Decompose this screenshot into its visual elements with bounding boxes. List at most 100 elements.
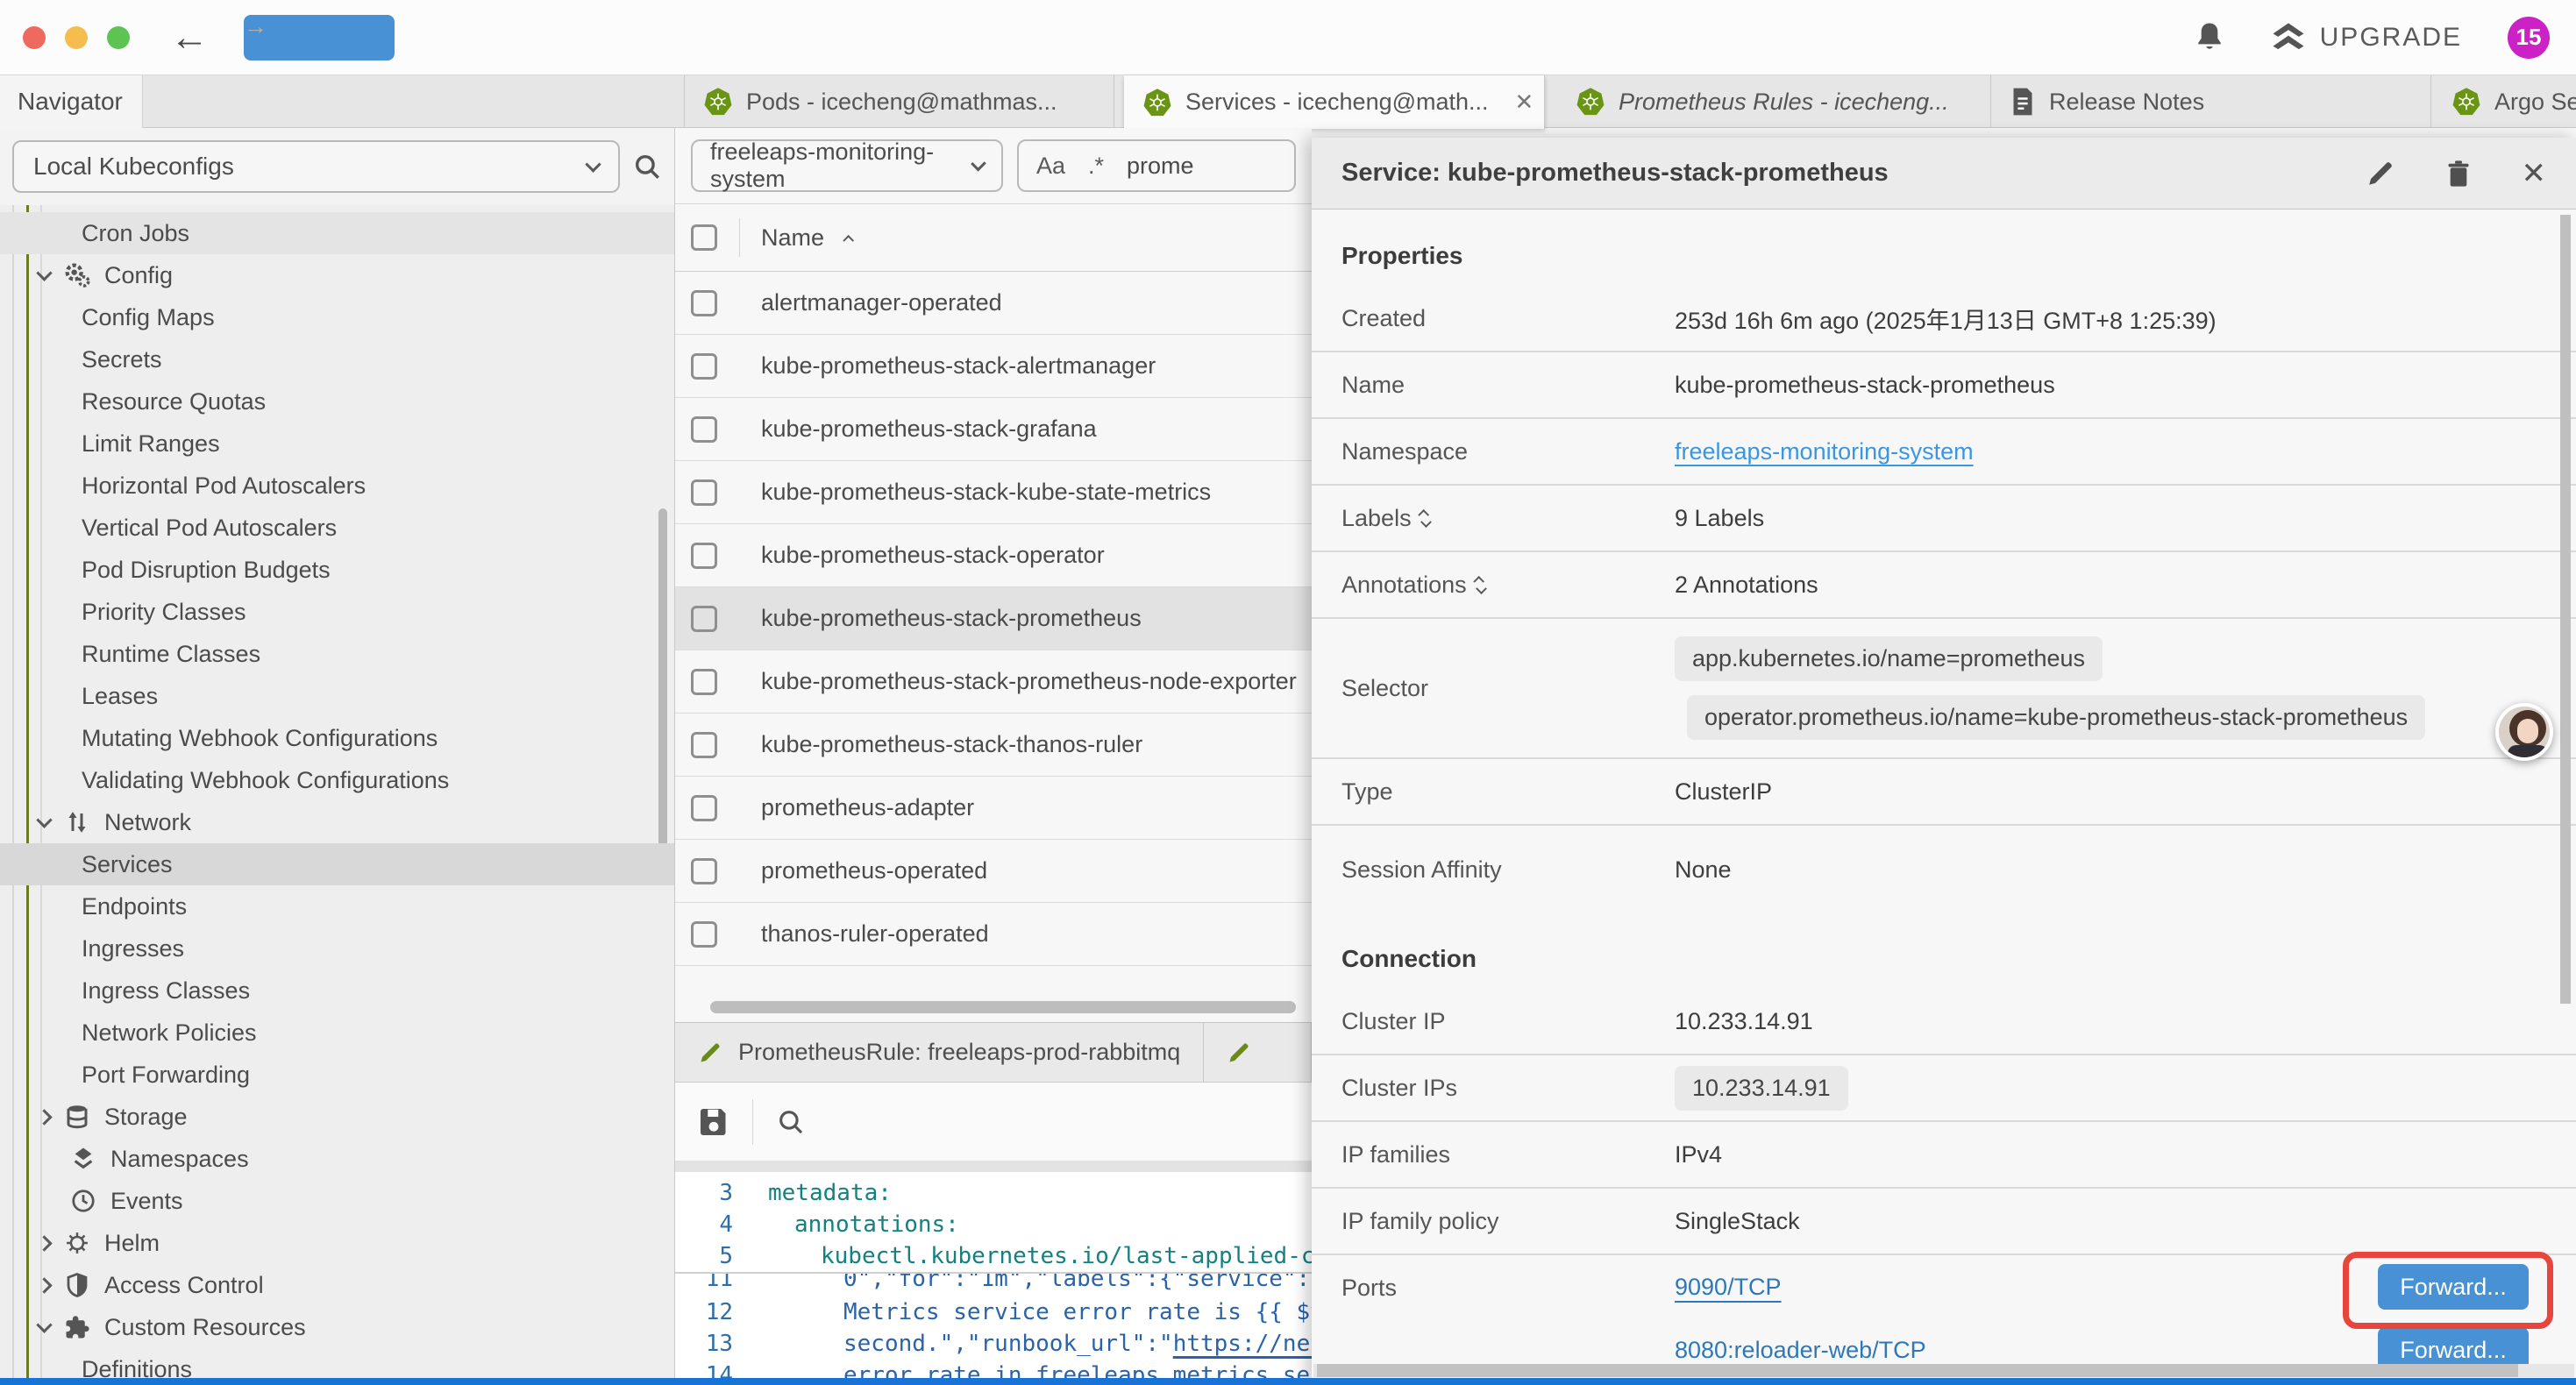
selector-chip[interactable]: operator.prometheus.io/name=kube-prometh… [1687,695,2425,740]
sidebar-item-horizontal-pod-autoscalers[interactable]: Horizontal Pod Autoscalers [0,465,674,507]
notifications-bell-icon[interactable] [2194,21,2225,54]
sidebar-item-vertical-pod-autoscalers[interactable]: Vertical Pod Autoscalers [0,507,674,549]
sidebar-item-namespaces[interactable]: Namespaces [0,1138,674,1180]
selector-chip[interactable]: app.kubernetes.io/name=prometheus [1675,636,2103,681]
row-checkbox[interactable] [691,669,717,695]
layers-icon [68,1146,98,1172]
forward-port-button[interactable]: Forward... [2378,1327,2529,1364]
sidebar-item-network[interactable]: Network [0,801,674,843]
runbook-url-link[interactable]: https://net [1173,1331,1324,1357]
service-row[interactable]: prometheus-operated [675,840,1312,903]
service-row[interactable]: kube-prometheus-stack-grafana [675,398,1312,461]
sidebar-item-helm[interactable]: Helm [0,1222,674,1264]
sidebar-item-runtime-classes[interactable]: Runtime Classes [0,633,674,675]
select-all-checkbox[interactable] [691,224,717,251]
sidebar-item-port-forwarding[interactable]: Port Forwarding [0,1054,674,1096]
detail-panel-body: Properties Created 253d 16h 6m ago (2025… [1312,210,2576,1364]
service-row-selected[interactable]: kube-prometheus-stack-prometheus [675,587,1312,650]
sort-ascending-icon[interactable] [843,234,854,245]
sidebar-item-services[interactable]: Services [0,843,674,885]
search-icon[interactable] [632,152,662,181]
sidebar-item-endpoints[interactable]: Endpoints [0,885,674,927]
sidebar-item-config[interactable]: Config [0,254,674,296]
tab-prometheus-rules[interactable]: Prometheus Rules - icecheng... [1557,75,1991,128]
avatar[interactable] [2495,703,2553,761]
detail-horizontal-scrollbar[interactable] [1317,1364,2518,1377]
namespace-selector[interactable]: freeleaps-monitoring-system [691,139,1003,192]
service-row[interactable]: prometheus-adapter [675,777,1312,840]
expand-annotations-icon[interactable] [1477,575,1485,595]
sidebar-item-events[interactable]: Events [0,1180,674,1222]
sidebar-item-secrets[interactable]: Secrets [0,338,674,380]
filter-input[interactable]: Aa .* prome [1017,139,1296,192]
editor-tab-partial[interactable] [1204,1023,1312,1082]
row-checkbox[interactable] [691,479,717,506]
sidebar-item-ingresses[interactable]: Ingresses [0,927,674,970]
save-icon[interactable] [698,1106,729,1138]
close-panel-icon[interactable]: ✕ [2522,156,2547,191]
name-column-header[interactable]: Name [761,224,824,252]
sidebar-item-validating-webhook-configurations[interactable]: Validating Webhook Configurations [0,759,674,801]
tab-release-notes[interactable]: Release Notes [1991,75,2431,128]
row-checkbox[interactable] [691,795,717,821]
forward-port-button[interactable]: Forward... [2378,1264,2529,1310]
row-checkbox[interactable] [691,353,717,380]
forward-button[interactable]: → [244,15,395,60]
namespace-link[interactable]: freeleaps-monitoring-system [1675,438,1974,465]
row-checkbox[interactable] [691,290,717,316]
detail-vertical-scrollbar[interactable] [2560,215,2571,1004]
zoom-window-button[interactable] [107,26,130,49]
row-checkbox[interactable] [691,921,717,948]
kubeconfig-selector[interactable]: Local Kubeconfigs [12,140,620,193]
tab-pods[interactable]: Pods - icecheng@mathmas... [684,75,1114,128]
edit-pencil-icon[interactable] [2366,159,2395,188]
service-row[interactable]: kube-prometheus-stack-kube-state-metrics [675,461,1312,524]
upgrade-button[interactable]: UPGRADE [2271,23,2462,53]
sidebar-item-resource-quotas[interactable]: Resource Quotas [0,380,674,423]
horizontal-scrollbar[interactable] [710,1001,1296,1013]
service-row[interactable]: kube-prometheus-stack-alertmanager [675,335,1312,398]
editor-tab-prometheusrule[interactable]: PrometheusRule: freeleaps-prod-rabbitmq [675,1023,1204,1082]
sidebar-item-storage[interactable]: Storage [0,1096,674,1138]
tab-argo[interactable]: Argo Se [2433,75,2576,128]
sidebar-item-custom-resources[interactable]: Custom Resources [0,1306,674,1348]
minimize-window-button[interactable] [65,26,88,49]
sidebar-item-network-policies[interactable]: Network Policies [0,1012,674,1054]
back-button[interactable]: ← [170,18,209,57]
sidebar-item-cron-jobs[interactable]: Cron Jobs [0,212,674,254]
sidebar-item-ingress-classes[interactable]: Ingress Classes [0,970,674,1012]
sidebar-item-pod-disruption-budgets[interactable]: Pod Disruption Budgets [0,549,674,591]
expand-labels-icon[interactable] [1422,508,1430,529]
row-checkbox[interactable] [691,858,717,884]
row-checkbox[interactable] [691,606,717,632]
sidebar-item-priority-classes[interactable]: Priority Classes [0,591,674,633]
sidebar-item-limit-ranges[interactable]: Limit Ranges [0,423,674,465]
row-checkbox[interactable] [691,732,717,758]
row-checkbox[interactable] [691,416,717,443]
delete-trash-icon[interactable] [2444,158,2473,189]
detail-horizontal-scrollbar-track [1313,1364,2574,1377]
service-row[interactable]: kube-prometheus-stack-prometheus-node-ex… [675,650,1312,714]
service-row[interactable]: thanos-ruler-operated [675,903,1312,966]
port-link-9090[interactable]: 9090/TCP [1675,1274,1782,1301]
close-tab-icon[interactable]: ✕ [1515,89,1534,116]
close-window-button[interactable] [23,26,46,49]
yaml-code-view[interactable]: 3metadata: 4annotations: 5kubectl.kubern… [675,1172,1312,1385]
sidebar-item-mutating-webhook-configurations[interactable]: Mutating Webhook Configurations [0,717,674,759]
sidebar-item-access-control[interactable]: Access Control [0,1264,674,1306]
match-case-toggle[interactable]: Aa [1036,153,1065,180]
notification-count-badge[interactable]: 15 [2508,17,2550,59]
chevron-right-icon [36,1109,52,1125]
row-checkbox[interactable] [691,543,717,569]
service-row[interactable]: kube-prometheus-stack-operator [675,524,1312,587]
service-row[interactable]: alertmanager-operated [675,272,1312,335]
search-icon[interactable] [776,1107,806,1137]
service-row[interactable]: kube-prometheus-stack-thanos-ruler [675,714,1312,777]
sidebar-item-leases[interactable]: Leases [0,675,674,717]
cluster-ip-chip[interactable]: 10.233.14.91 [1675,1066,1848,1111]
port-link-8080[interactable]: 8080:reloader-web/TCP [1675,1337,1926,1364]
tab-services[interactable]: Services - icecheng@math... ✕ [1124,75,1545,129]
regex-toggle[interactable]: .* [1088,153,1104,180]
sidebar-item-config-maps[interactable]: Config Maps [0,296,674,338]
navigator-panel-tab[interactable]: Navigator [0,75,143,128]
